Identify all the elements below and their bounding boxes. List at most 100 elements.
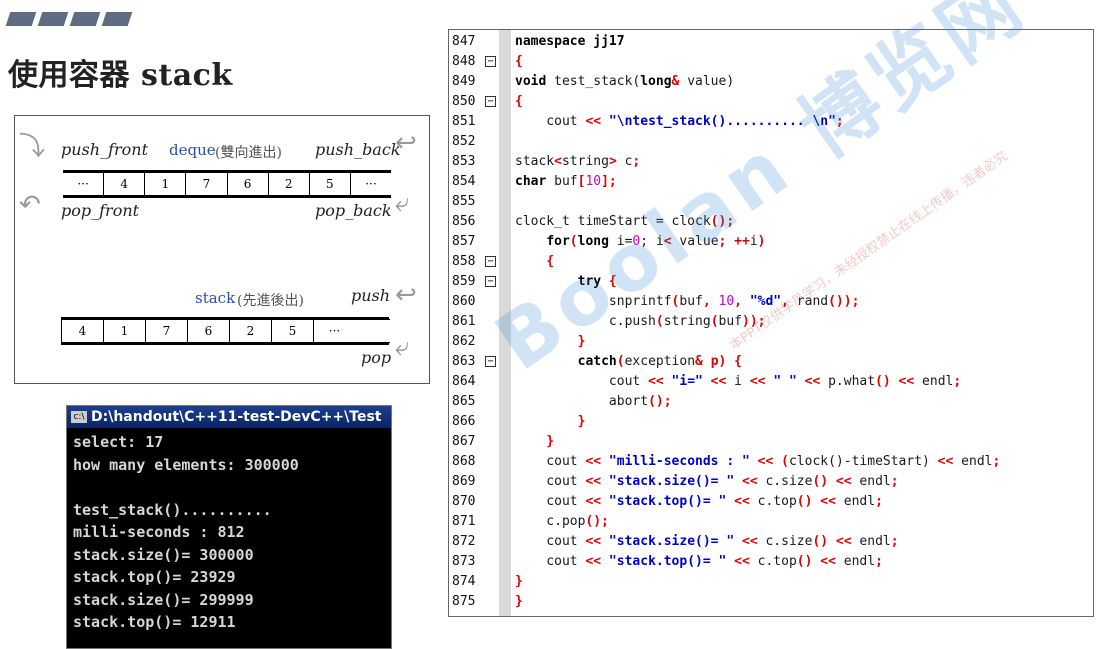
console-line: stack.top()= 23929 [73, 568, 236, 586]
line-number: 868 [452, 454, 476, 469]
code-line[interactable]: 866 } [449, 412, 1093, 432]
line-number: 847 [452, 34, 476, 49]
code-line[interactable]: 870 cout << "stack.top()= " << c.top() <… [449, 492, 1093, 512]
code-token: { [515, 94, 523, 109]
fold-toggle-icon[interactable]: − [485, 56, 496, 67]
code-token: c [616, 154, 633, 169]
code-token: << [585, 554, 602, 569]
stack-cell: 7 [146, 320, 188, 342]
deque-cell: 1 [145, 173, 187, 195]
header-bars [5, 12, 133, 26]
code-line[interactable]: 875} [449, 592, 1093, 612]
console-app-icon: c:\ [71, 411, 87, 423]
code-token: } [515, 574, 523, 589]
console-window: c:\ D:\handout\C++11-test-DevC++\Test se… [66, 405, 392, 649]
code-token: << [890, 374, 923, 389]
pop-arrow-icon: ⤶ [395, 332, 410, 362]
code-token: << [828, 534, 860, 549]
line-number: 865 [452, 394, 476, 409]
code-token: ; [953, 374, 962, 389]
code-token: ; [632, 154, 641, 169]
code-token: cout [515, 534, 586, 549]
pop-front-label: pop_front [61, 201, 140, 220]
deque-bottom-line [63, 195, 391, 198]
code-token: ( [710, 314, 719, 329]
code-line[interactable]: 874} [449, 572, 1093, 592]
deque-note: (雙向進出) [215, 145, 282, 161]
code-token: endl [961, 454, 993, 469]
code-line[interactable]: 865 abort(); [449, 392, 1093, 412]
line-number: 862 [452, 334, 476, 349]
code-token: > [608, 154, 617, 169]
code-token: ()); [828, 294, 860, 309]
console-output: select: 17 how many elements: 300000 test_… [67, 428, 391, 637]
code-token: (); [585, 514, 609, 529]
fold-toggle-icon[interactable]: − [485, 96, 496, 107]
code-token: cout [515, 114, 586, 129]
stack-cells: 4 1 7 6 2 5 ··· [61, 319, 390, 343]
pop-back-arrow-icon: ⤶ [395, 188, 410, 218]
code-token: << [702, 374, 735, 389]
line-number: 864 [452, 374, 476, 389]
code-token: << ( [749, 454, 789, 469]
code-token: () [812, 474, 829, 489]
code-line[interactable]: 872 cout << "stack.size()= " << c.size()… [449, 532, 1093, 552]
code-token: 10 [585, 174, 602, 189]
code-text: c.pop(); [515, 512, 609, 532]
code-token: exception [624, 354, 696, 369]
code-token: ; [875, 554, 883, 569]
code-token: ( [655, 314, 664, 329]
line-number: 875 [452, 594, 476, 609]
code-token: i [734, 374, 742, 389]
code-token: endl [843, 494, 876, 509]
pop-front-arrow-icon: ↶ [19, 190, 41, 220]
code-token: endl [843, 554, 876, 569]
console-line: stack.top()= 12911 [73, 613, 236, 631]
code-token: "stack.top()= " [601, 554, 727, 569]
code-token: << [742, 374, 774, 389]
code-token: p.what [828, 374, 876, 389]
code-token: << [585, 114, 602, 129]
pop-label: pop [361, 348, 392, 367]
stack-cell: 5 [272, 320, 314, 342]
deque-cell: 7 [186, 173, 228, 195]
line-number: 867 [452, 434, 476, 449]
code-token: char [515, 174, 547, 189]
code-line[interactable]: 871 c.pop(); [449, 512, 1093, 532]
code-token: ( [616, 354, 625, 369]
code-text: cout << "stack.top()= " << c.top() << en… [515, 552, 883, 572]
code-token: } [515, 594, 523, 609]
code-token: clock [788, 454, 829, 469]
code-token: string [663, 314, 711, 329]
console-line: stack.size()= 299999 [73, 590, 254, 609]
code-token: 10 [718, 294, 735, 309]
code-token: ()-timeStart) [828, 454, 930, 469]
code-token: << [648, 374, 664, 389]
code-token: & [695, 354, 703, 369]
code-token: cout [515, 554, 586, 569]
code-token: () [796, 494, 813, 509]
console-titlebar[interactable]: c:\ D:\handout\C++11-test-DevC++\Test [67, 406, 391, 428]
code-token: "stack.size()= " [601, 474, 735, 489]
code-text: void test_stack(long& value) [515, 72, 734, 92]
line-number: 851 [452, 114, 476, 129]
code-token: stack [515, 154, 555, 169]
code-token: ; [890, 534, 899, 549]
code-text: abort(); [515, 392, 672, 412]
code-token: p) { [702, 354, 743, 369]
code-token: << [828, 474, 860, 489]
code-line[interactable]: 868 cout << "milli-seconds : " << (clock… [449, 452, 1093, 472]
code-token: buf [546, 174, 578, 189]
pop-back-label: pop_back [315, 201, 392, 220]
fold-toggle-icon[interactable]: − [485, 356, 496, 367]
code-line[interactable]: 869 cout << "stack.size()= " << c.size()… [449, 472, 1093, 492]
stack-cell: ··· [328, 324, 341, 338]
deque-cell: 2 [269, 173, 310, 195]
code-line[interactable]: 873 cout << "stack.top()= " << c.top() <… [449, 552, 1093, 572]
code-line[interactable]: 867 } [449, 432, 1093, 452]
code-text: cout << "stack.size()= " << c.size() << … [515, 532, 899, 552]
code-token: value) [679, 74, 735, 89]
fold-toggle-icon[interactable]: − [485, 256, 496, 267]
code-token: << [734, 534, 766, 549]
